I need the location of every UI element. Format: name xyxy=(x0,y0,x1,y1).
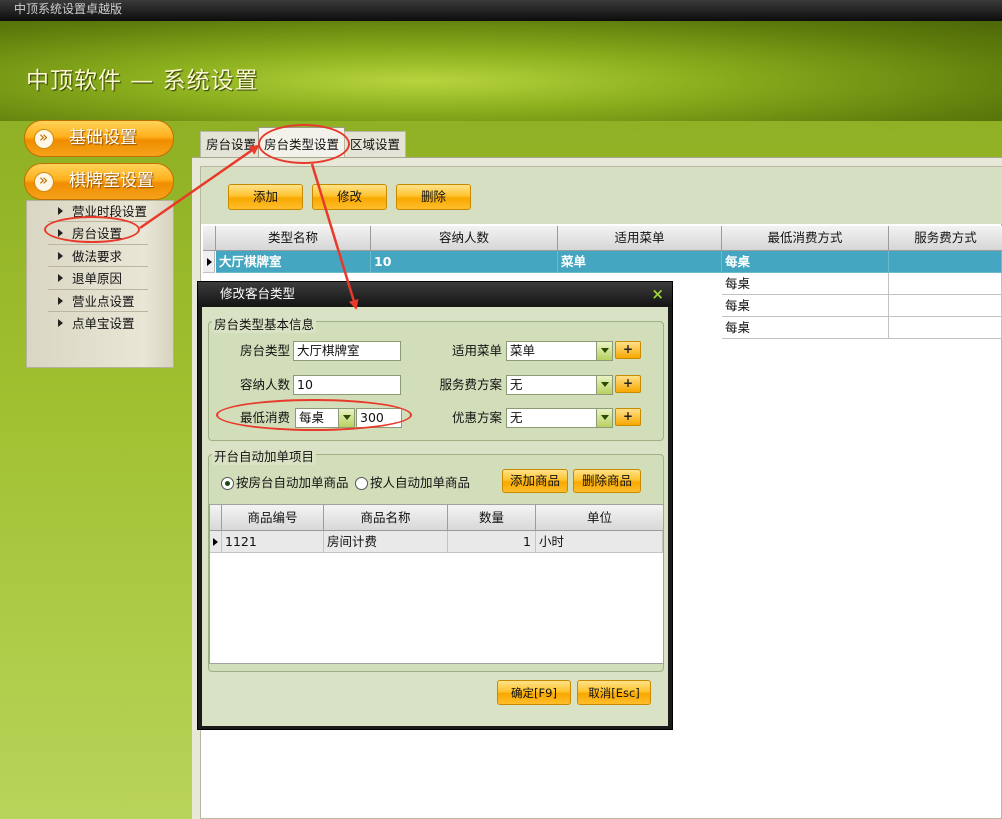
divider xyxy=(48,266,148,267)
nav-item-label: 点单宝设置 xyxy=(72,316,135,331)
radio-by-room-label: 按房台自动加单商品 xyxy=(236,475,349,490)
dialog-title-bar: 修改客台类型 × xyxy=(198,282,672,306)
add-button[interactable]: 添加 xyxy=(228,184,303,210)
radio-by-person[interactable] xyxy=(355,477,368,490)
service-fee-value: 无 xyxy=(510,377,523,392)
capacity-label: 容纳人数 xyxy=(239,377,290,392)
divider xyxy=(48,311,148,312)
column-header[interactable]: 商品编号 xyxy=(222,505,324,531)
nav-section-label: 棋牌室设置 xyxy=(69,171,154,191)
table-cell: 每桌 xyxy=(722,295,889,317)
table-cell xyxy=(889,251,1002,273)
annotation-ring xyxy=(44,216,140,243)
table-cell[interactable]: 1 xyxy=(448,531,536,553)
service-fee-select[interactable]: 无 xyxy=(506,375,613,395)
discount-select[interactable]: 无 xyxy=(506,408,613,428)
discount-value: 无 xyxy=(510,410,523,425)
add-menu-button[interactable]: + xyxy=(615,341,641,359)
nav-section-basic[interactable]: 基础设置 xyxy=(24,120,174,157)
table-cell[interactable]: 房间计费 xyxy=(324,531,448,553)
column-header[interactable]: 商品名称 xyxy=(324,505,448,531)
menu-value: 菜单 xyxy=(510,343,536,358)
triangle-right-icon xyxy=(58,207,63,215)
window-title-bar: 中顶系统设置卓越版 xyxy=(0,0,1002,21)
triangle-right-icon xyxy=(58,297,63,305)
table-cell: 每桌 xyxy=(722,273,889,295)
table-cell xyxy=(889,273,1002,295)
table-cell: 菜单 xyxy=(558,251,722,273)
column-header[interactable]: 类型名称 xyxy=(216,226,371,251)
column-header[interactable]: 单位 xyxy=(536,505,663,531)
nav-item-cooking[interactable]: 做法要求 xyxy=(58,247,122,267)
column-header[interactable]: 容纳人数 xyxy=(371,226,558,251)
row-indicator xyxy=(203,251,215,273)
chevron-down-icon[interactable] xyxy=(596,376,612,394)
group-title: 开台自动加单项目 xyxy=(212,446,317,465)
nav-section-label: 基础设置 xyxy=(69,128,137,148)
nav-item-order-treasure[interactable]: 点单宝设置 xyxy=(58,314,135,334)
row-header-corner xyxy=(210,505,222,531)
chevron-down-icon[interactable] xyxy=(596,409,612,427)
table-row[interactable]: 大厅棋牌室 10 菜单 每桌 xyxy=(203,251,1002,273)
table-cell: 10 xyxy=(371,251,558,273)
menu-select[interactable]: 菜单 xyxy=(506,341,613,361)
cancel-button[interactable]: 取消[Esc] xyxy=(577,680,651,705)
auto-add-goods-table: 商品编号 商品名称 数量 单位 1121 房间计费 1 小时 xyxy=(209,504,664,664)
radio-by-person-label: 按人自动加单商品 xyxy=(370,475,471,490)
divider xyxy=(48,244,148,245)
triangle-right-icon xyxy=(207,258,212,266)
nav-item-return-reasons[interactable]: 退单原因 xyxy=(58,269,122,289)
nav-item-label: 营业点设置 xyxy=(72,294,135,309)
table-cell: 每桌 xyxy=(722,251,889,273)
close-icon[interactable]: × xyxy=(651,282,664,306)
nav-section-chess-room[interactable]: 棋牌室设置 xyxy=(24,163,174,200)
window-title: 中顶系统设置卓越版 xyxy=(14,2,123,16)
annotation-ring xyxy=(258,124,350,164)
tab-areas[interactable]: 区域设置 xyxy=(344,131,407,157)
nav-item-label: 退单原因 xyxy=(72,271,123,286)
chevron-down-icon[interactable] xyxy=(596,342,612,360)
divider xyxy=(48,289,148,290)
triangle-right-icon xyxy=(58,274,63,282)
column-header[interactable]: 数量 xyxy=(448,505,536,531)
triangle-right-icon xyxy=(58,319,63,327)
add-service-fee-button[interactable]: + xyxy=(615,375,641,393)
nav-item-outlets[interactable]: 营业点设置 xyxy=(58,292,135,312)
table-cell: 大厅棋牌室 xyxy=(216,251,371,273)
triangle-right-icon xyxy=(58,252,63,260)
column-header[interactable]: 适用菜单 xyxy=(558,226,722,251)
table-cell: 每桌 xyxy=(722,317,889,339)
table-cell[interactable]: 1121 xyxy=(222,531,324,553)
room-type-input[interactable]: 大厅棋牌室 xyxy=(293,341,401,361)
edit-button[interactable]: 修改 xyxy=(312,184,387,210)
annotation-ring xyxy=(216,399,412,431)
column-header[interactable]: 服务费方式 xyxy=(889,226,1002,251)
delete-button[interactable]: 删除 xyxy=(396,184,471,210)
dialog-title: 修改客台类型 xyxy=(220,286,296,301)
page-title: 中顶软件 — 系统设置 xyxy=(26,68,259,94)
double-arrow-icon xyxy=(34,120,54,155)
row-header-corner xyxy=(203,226,216,251)
nav-item-label: 做法要求 xyxy=(72,249,123,264)
table-cell[interactable]: 小时 xyxy=(536,531,663,553)
row-indicator xyxy=(210,531,222,553)
capacity-input[interactable]: 10 xyxy=(293,375,401,395)
menu-label: 适用菜单 xyxy=(451,343,502,358)
app-header: 中顶软件 — 系统设置 xyxy=(0,21,1002,121)
ok-button[interactable]: 确定[F9] xyxy=(497,680,571,705)
service-fee-label: 服务费方案 xyxy=(439,377,502,392)
add-goods-button[interactable]: 添加商品 xyxy=(502,469,568,493)
column-header[interactable]: 最低消费方式 xyxy=(722,226,889,251)
tab-rooms[interactable]: 房台设置 xyxy=(200,131,263,157)
table-cell xyxy=(889,317,1002,339)
table-cell xyxy=(889,295,1002,317)
group-title: 房台类型基本信息 xyxy=(212,314,317,333)
discount-label: 优惠方案 xyxy=(451,410,502,425)
add-discount-button[interactable]: + xyxy=(615,408,641,426)
delete-goods-button[interactable]: 删除商品 xyxy=(573,469,641,493)
triangle-right-icon xyxy=(213,538,218,546)
double-arrow-icon xyxy=(34,163,54,198)
radio-by-room[interactable] xyxy=(221,477,234,490)
room-type-label: 房台类型 xyxy=(239,343,290,358)
